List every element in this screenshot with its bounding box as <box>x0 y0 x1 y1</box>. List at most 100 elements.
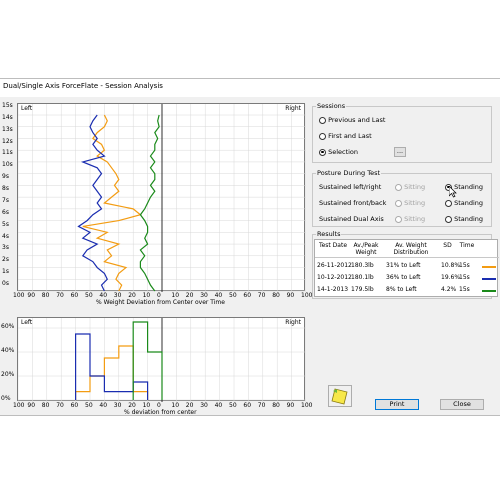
session-option-selection[interactable]: Selection <box>319 148 358 156</box>
y-tick-label: 0% <box>1 395 11 402</box>
x-tick-label: 100 <box>301 402 313 409</box>
results-cell-dist: 36% to Left <box>386 274 421 281</box>
bottom-x-axis-label: % deviation from center <box>124 409 197 416</box>
y-tick-label: 14s <box>2 113 13 121</box>
results-header-cell: SD <box>443 242 452 249</box>
sessions-group-label: Sessions <box>316 102 347 110</box>
radio-selected-icon[interactable] <box>319 148 326 156</box>
y-tick-label: 2s <box>2 256 9 264</box>
x-tick-label: 80 <box>272 292 280 299</box>
sitting-label: Sitting <box>404 183 426 191</box>
y-tick-label: 11s <box>2 149 13 157</box>
results-cell-date: 10-12-2012 <box>317 274 352 281</box>
results-cell-weight: 179.5lb <box>351 286 374 293</box>
results-row[interactable]: 26-11-2012 180.3lb 31% to Left 10.8% 15s <box>315 261 499 272</box>
x-tick-label: 100 <box>13 402 25 409</box>
x-tick-label: 50 <box>85 402 93 409</box>
results-cell-time: 15s <box>459 286 470 293</box>
print-button[interactable]: Print <box>375 399 419 410</box>
radio-icon[interactable] <box>445 215 452 223</box>
x-tick-label: 70 <box>56 292 64 299</box>
x-tick-label: 10 <box>171 292 180 299</box>
results-cell-sd: 10.8% <box>441 262 461 269</box>
radio-icon[interactable] <box>319 132 326 140</box>
x-tick-label: 50 <box>85 292 93 299</box>
x-tick-label: 50 <box>229 292 237 299</box>
x-tick-label: 20 <box>185 292 194 299</box>
notes-button[interactable] <box>328 385 352 407</box>
results-cell-weight: 180.1lb <box>351 274 374 281</box>
top-left-label: Left <box>21 105 33 112</box>
x-tick-label: 90 <box>286 292 295 299</box>
standing-label: Standing <box>454 199 484 207</box>
results-cell-time: 15s <box>459 262 470 269</box>
y-tick-label: 12s <box>2 137 13 145</box>
posture-group-label: Posture During Test <box>316 169 382 177</box>
radio-icon[interactable] <box>395 183 402 191</box>
y-tick-label: 10s <box>2 161 13 169</box>
session-option-label: First and Last <box>328 132 372 140</box>
deviation-distribution-chart: Left Right <box>17 317 306 402</box>
y-tick-label: 1s <box>2 268 9 276</box>
session-option-label: Selection <box>328 148 359 156</box>
x-tick-label: 70 <box>56 402 64 409</box>
posture-row-label: Sustained front/back <box>319 199 387 207</box>
mouse-cursor-icon <box>449 186 457 198</box>
standing-option[interactable]: Standing <box>445 215 483 223</box>
sessions-group: Sessions Previous and Last First and Las… <box>312 102 492 163</box>
series-color-swatch <box>482 278 496 280</box>
x-tick-label: 100 <box>13 292 25 299</box>
x-tick-label: 20 <box>128 402 136 409</box>
browse-sessions-button[interactable]: ... <box>394 147 406 157</box>
y-tick-label: 4s <box>2 232 9 240</box>
y-tick-label: 15s <box>2 102 13 109</box>
radio-icon[interactable] <box>395 199 402 207</box>
x-tick-label: 40 <box>214 402 223 409</box>
results-cell-date: 14-1-2013 <box>317 286 349 293</box>
x-tick-label: 90 <box>286 402 295 409</box>
bottom-right-label: Right <box>285 319 301 326</box>
sitting-option[interactable]: Sitting <box>395 199 425 207</box>
close-button[interactable]: Close <box>440 399 484 410</box>
x-tick-label: 30 <box>200 402 208 409</box>
sitting-label: Sitting <box>404 215 426 223</box>
y-tick-label: 20% <box>1 371 15 378</box>
x-tick-label: 70 <box>257 402 266 409</box>
results-row[interactable]: 10-12-2012 180.1lb 36% to Left 19.6% 15s <box>315 273 499 284</box>
y-tick-label: 60% <box>1 323 15 330</box>
results-group-label: Results <box>316 230 342 238</box>
x-tick-label: 60 <box>70 402 79 409</box>
results-header-cell: Av./Peak Weight <box>353 242 379 256</box>
session-option-first-last[interactable]: First and Last <box>319 132 372 140</box>
y-tick-label: 0s <box>2 280 9 287</box>
posture-row-label: Sustained left/right <box>319 183 382 191</box>
radio-icon[interactable] <box>445 199 452 207</box>
bottom-chart-svg <box>18 318 306 402</box>
sitting-option[interactable]: Sitting <box>395 183 425 191</box>
series-line-2 <box>139 114 160 292</box>
results-cell-sd: 4.2% <box>441 286 457 293</box>
standing-option[interactable]: Standing <box>445 199 483 207</box>
radio-icon[interactable] <box>319 116 326 124</box>
results-cell-dist: 8% to Left <box>386 286 417 293</box>
x-tick-label: 0 <box>157 292 161 299</box>
results-header-cell: Time <box>459 242 475 249</box>
sitting-label: Sitting <box>404 199 426 207</box>
results-cell-weight: 180.3lb <box>351 262 374 269</box>
session-option-label: Previous and Last <box>328 116 386 124</box>
results-table: Test Date Av./Peak Weight Av. Weight Distr… <box>314 239 499 297</box>
sitting-option[interactable]: Sitting <box>395 215 425 223</box>
x-tick-label: 60 <box>243 402 252 409</box>
x-tick-label: 60 <box>243 292 252 299</box>
x-tick-label: 20 <box>128 292 136 299</box>
y-tick-label: 6s <box>2 208 9 216</box>
results-header-cell: Av. Weight Distribution <box>393 242 429 256</box>
radio-icon[interactable] <box>395 215 402 223</box>
results-row[interactable]: 14-1-2013 179.5lb 8% to Left 4.2% 15s <box>315 285 499 296</box>
session-option-previous-last[interactable]: Previous and Last <box>319 116 385 124</box>
x-tick-label: 10 <box>171 402 180 409</box>
x-tick-label: 100 <box>301 292 313 299</box>
y-tick-label: 7s <box>2 196 9 204</box>
standing-label: Standing <box>454 183 484 191</box>
x-tick-label: 50 <box>229 402 237 409</box>
